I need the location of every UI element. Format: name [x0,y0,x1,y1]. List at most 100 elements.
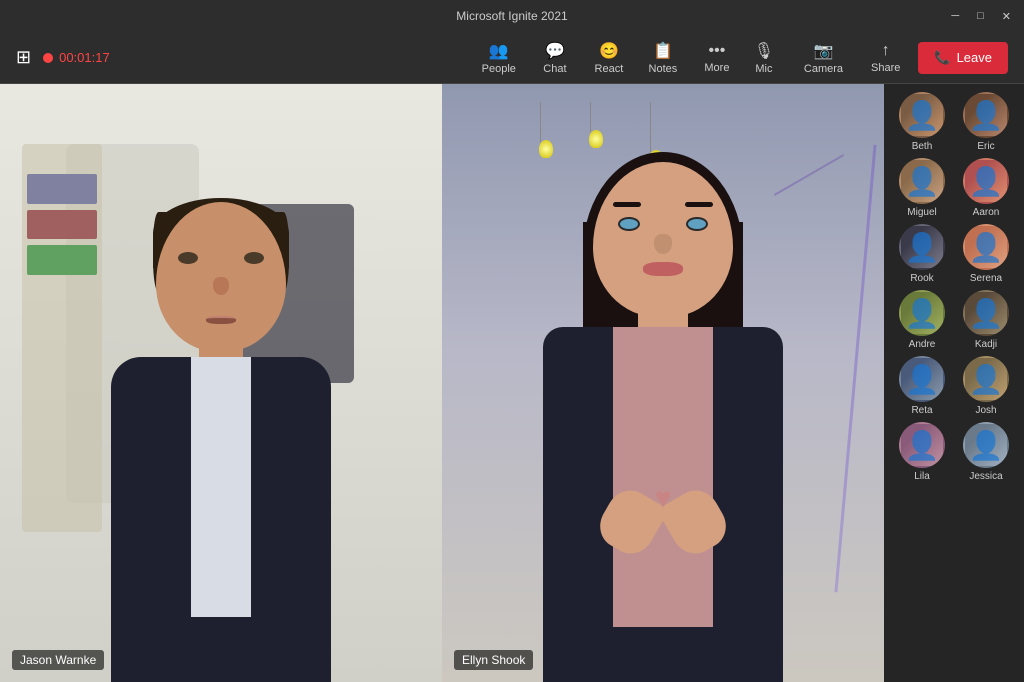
grid-view-icon[interactable]: ⊞ [16,47,31,68]
j-eye-right [244,252,264,264]
mic-button[interactable]: 🎙 Mic [742,37,786,79]
chat-label: Chat [543,63,566,75]
camera-button[interactable]: 📷 Camera [794,37,853,79]
e-brows [613,202,713,207]
mic-label: Mic [755,63,772,75]
bg-book1 [27,174,98,204]
titlebar: Microsoft Ignite 2021 ─ □ ✕ [0,0,1024,32]
participant-row-1: Beth Eric [888,92,1020,152]
j-eye-left [178,252,198,264]
ellyn-scene: ♥ [442,84,884,682]
cord2 [590,102,591,132]
minimize-button[interactable]: ─ [946,8,964,24]
participant-name-andre: Andre [909,339,936,350]
share-icon: ↑ [882,42,890,60]
e-shirt [613,327,713,627]
toolbar-right: 🎙 Mic 📷 Camera ↑ Share 📞 Leave [742,37,1008,79]
participant-row-2: Miguel Aaron [888,158,1020,218]
participant-name-reta: Reta [911,405,932,416]
e-nose [654,234,672,254]
share-button[interactable]: ↑ Share [861,38,910,78]
mic-icon: 🎙 [754,41,774,61]
participant-row-3: Rook Serena [888,224,1020,284]
participant-item-beth[interactable]: Beth [892,92,952,152]
cord3 [650,102,651,152]
rook-face [901,226,943,268]
leave-phone-icon: 📞 [934,50,950,66]
e-eye-left [618,217,640,231]
aaron-face [965,160,1007,202]
participant-item-andre[interactable]: Andre [892,290,952,350]
participant-item-eric[interactable]: Eric [956,92,1016,152]
bulb2 [589,130,603,148]
participant-avatar-lila [899,422,945,468]
lila-face [901,424,943,466]
video-area: Jason Warnke [0,84,884,682]
participant-avatar-kadji [963,290,1009,336]
participant-item-serena[interactable]: Serena [956,224,1016,284]
recording-timer: 00:01:17 [59,50,110,65]
participant-item-kadji[interactable]: Kadji [956,290,1016,350]
participant-item-rook[interactable]: Rook [892,224,952,284]
jessica-face [965,424,1007,466]
light-area [530,102,710,162]
participant-name-lila: Lila [914,471,930,482]
participant-name-rook: Rook [910,273,933,284]
participant-name-jessica: Jessica [969,471,1002,482]
share-label: Share [871,62,900,74]
participant-name-eric: Eric [977,141,994,152]
jason-scene [0,84,442,682]
participant-avatar-beth [899,92,945,138]
react-button[interactable]: 😊 React [584,37,634,79]
maximize-button[interactable]: □ [972,8,989,24]
chat-button[interactable]: 💬 Chat [530,37,580,79]
people-icon: 👥 [489,41,509,61]
e-hands-heart: ♥ [603,482,723,572]
participant-name-miguel: Miguel [907,207,936,218]
reta-face [901,358,943,400]
more-label: More [704,62,729,74]
heart-overlay: ♥ [655,482,672,514]
recording-dot [43,53,53,63]
participant-item-lila[interactable]: Lila [892,422,952,482]
e-brow-right [685,202,713,207]
camera-label: Camera [804,63,843,75]
participant-avatar-aaron [963,158,1009,204]
participant-item-jessica[interactable]: Jessica [956,422,1016,482]
j-shirt [191,357,251,617]
close-button[interactable]: ✕ [997,8,1016,25]
participant-item-aaron[interactable]: Aaron [956,158,1016,218]
people-button[interactable]: 👥 People [472,37,526,79]
leave-button[interactable]: 📞 Leave [918,42,1008,74]
toolbar-left: ⊞ 00:01:17 [16,47,472,68]
cord1 [540,102,541,142]
participant-item-reta[interactable]: Reta [892,356,952,416]
participant-avatar-rook [899,224,945,270]
josh-face [965,358,1007,400]
participant-name-serena: Serena [970,273,1002,284]
andre-face [901,292,943,334]
participant-item-josh[interactable]: Josh [956,356,1016,416]
video-pane-ellyn[interactable]: ♥ Ellyn Shook [442,84,884,682]
recording-indicator: 00:01:17 [43,50,110,65]
ellyn-person: ♥ [503,162,823,682]
participant-avatar-serena [963,224,1009,270]
participant-name-beth: Beth [912,141,933,152]
notes-button[interactable]: 📋 Notes [638,37,688,79]
participant-item-miguel[interactable]: Miguel [892,158,952,218]
more-button[interactable]: ••• More [692,38,742,78]
notes-label: Notes [649,63,678,75]
participant-avatar-reta [899,356,945,402]
jason-person [81,202,361,682]
participant-row-5: Reta Josh [888,356,1020,416]
main-content: Jason Warnke [0,84,1024,682]
window-title: Microsoft Ignite 2021 [456,9,567,23]
participant-name-josh: Josh [975,405,996,416]
video-pane-jason[interactable]: Jason Warnke [0,84,442,682]
participant-name-aaron: Aaron [973,207,1000,218]
participant-row-4: Andre Kadji [888,290,1020,350]
e-lips [643,262,683,276]
beth-face [901,94,943,136]
e-eyes [618,217,708,231]
participant-avatar-jessica [963,422,1009,468]
